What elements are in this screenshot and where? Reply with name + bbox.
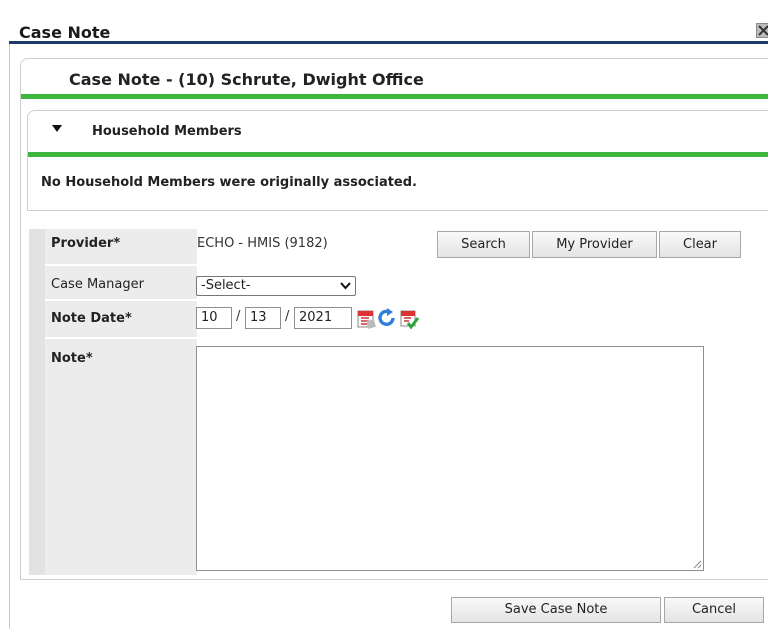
clear-button[interactable]: Clear	[659, 231, 741, 258]
refresh-icon[interactable]	[377, 307, 397, 329]
note-label: Note*	[51, 351, 93, 366]
save-case-note-button[interactable]: Save Case Note	[451, 597, 661, 623]
date-month-input[interactable]: 10	[196, 307, 232, 329]
triangle-down-icon[interactable]	[52, 125, 62, 132]
note-textarea[interactable]	[196, 346, 704, 571]
case-manager-selected: -Select-	[201, 278, 251, 293]
chevron-down-icon	[340, 282, 351, 290]
provider-label: Provider*	[51, 236, 120, 251]
window-edge	[9, 10, 10, 629]
date-separator: /	[285, 309, 290, 324]
calendar-icon[interactable]	[356, 307, 376, 329]
cancel-button[interactable]: Cancel	[664, 597, 764, 623]
note-date-label-text: Note Date	[51, 311, 125, 326]
household-members-section: Household Members No Household Members w…	[27, 110, 768, 211]
household-members-header[interactable]: Household Members	[28, 111, 768, 157]
required-marker: *	[124, 311, 132, 326]
row-separator	[45, 337, 197, 339]
close-button[interactable]	[756, 23, 768, 38]
date-day-input[interactable]: 13	[245, 307, 281, 329]
required-marker: *	[85, 351, 93, 366]
required-marker: *	[113, 236, 121, 251]
note-label-text: Note	[51, 351, 86, 366]
case-manager-label: Case Manager	[51, 277, 144, 292]
household-members-message: No Household Members were originally ass…	[41, 175, 417, 190]
dialog-titlebar: Case Note	[9, 10, 768, 44]
provider-label-text: Provider	[51, 236, 114, 251]
form-gutter	[29, 229, 45, 575]
calendar-check-icon[interactable]	[399, 307, 419, 329]
case-note-panel: Case Note - (10) Schrute, Dwight Office …	[20, 58, 768, 580]
household-members-title: Household Members	[92, 124, 242, 139]
search-button[interactable]: Search	[437, 231, 530, 258]
provider-value: ECHO - HMIS (9182)	[197, 236, 328, 251]
date-year-input[interactable]: 2021	[294, 307, 352, 329]
dialog-title: Case Note	[19, 23, 111, 42]
resize-grip-icon[interactable]	[692, 559, 702, 569]
close-icon	[758, 25, 768, 36]
panel-title: Case Note - (10) Schrute, Dwight Office	[69, 70, 424, 89]
row-separator	[45, 299, 197, 301]
date-separator: /	[236, 309, 241, 324]
my-provider-button[interactable]: My Provider	[532, 231, 657, 258]
note-date-label: Note Date*	[51, 311, 132, 326]
panel-header: Case Note - (10) Schrute, Dwight Office	[21, 59, 768, 99]
row-separator	[45, 264, 197, 266]
case-manager-select[interactable]: -Select-	[196, 276, 356, 296]
